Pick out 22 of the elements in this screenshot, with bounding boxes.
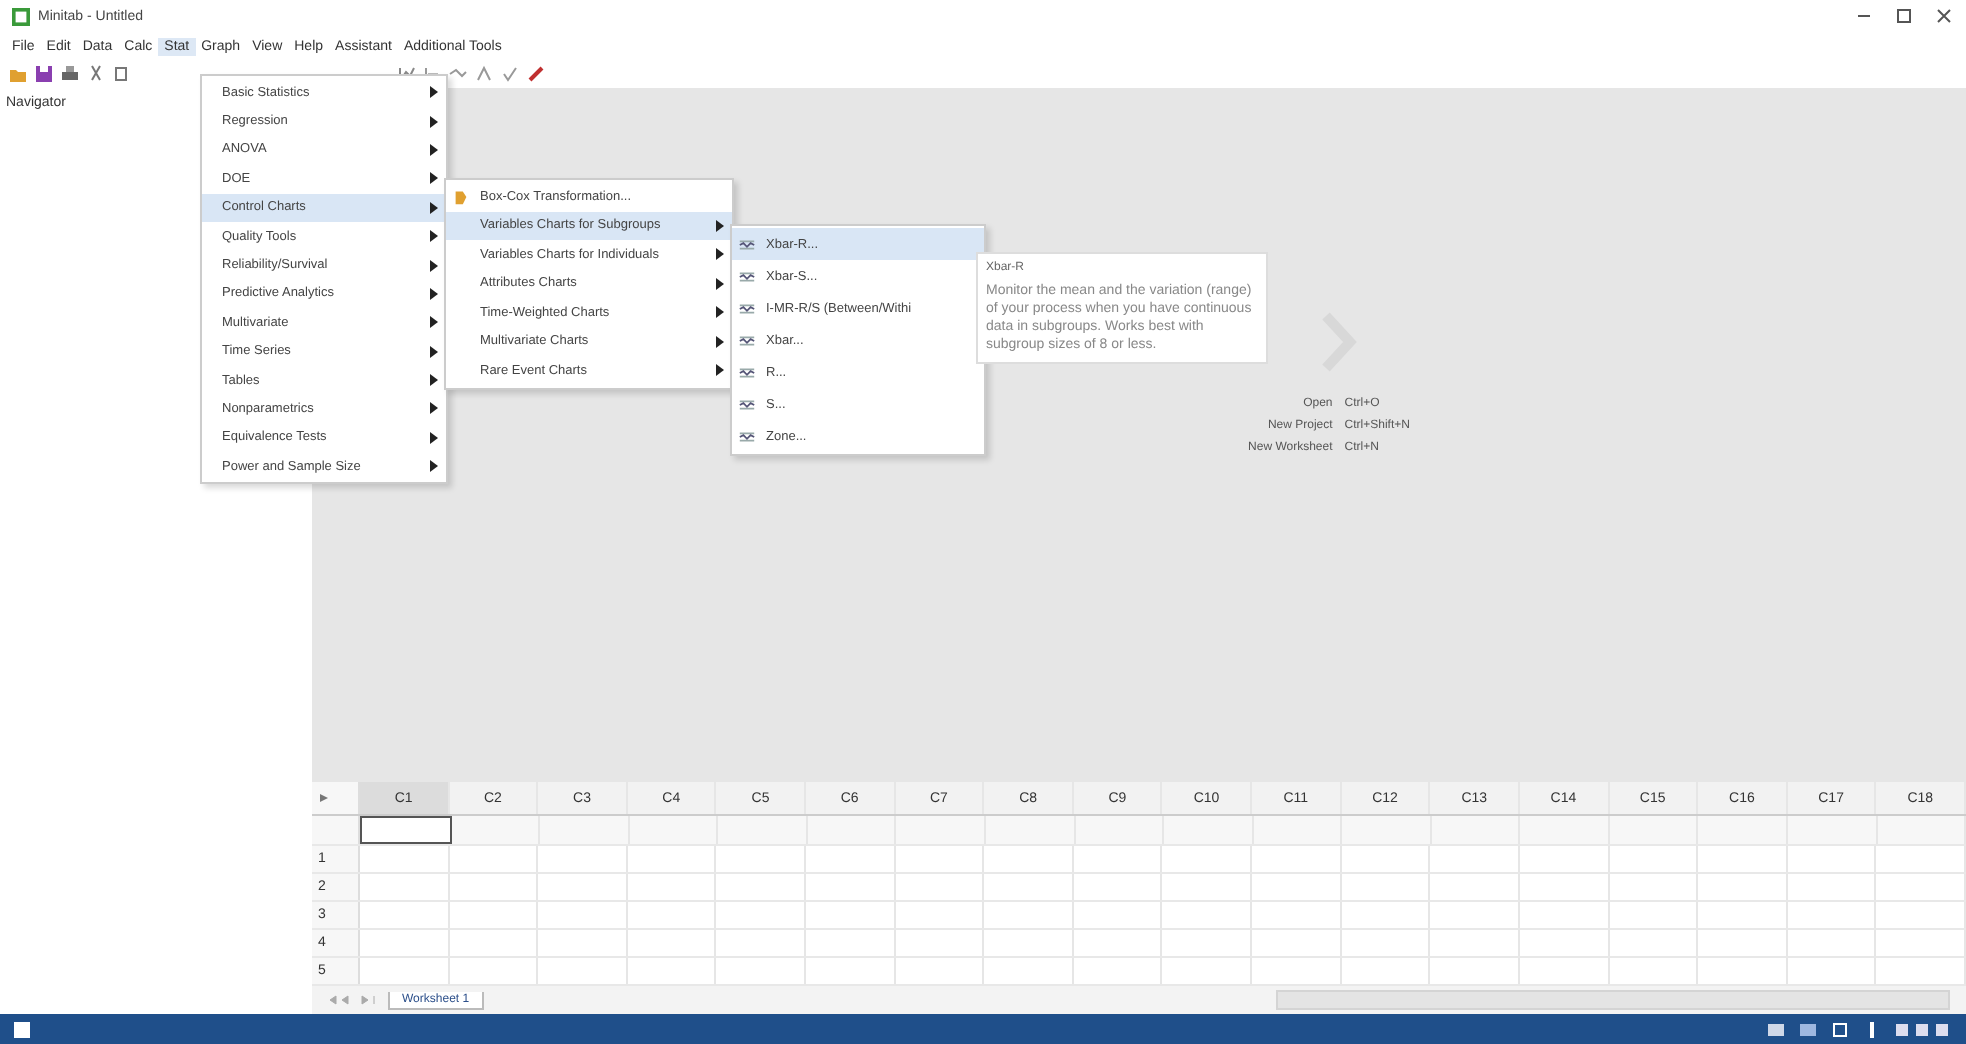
check-icon[interactable]: [500, 64, 520, 84]
horizontal-scrollbar[interactable]: [1275, 990, 1950, 1010]
tray-icons[interactable]: [1894, 1019, 1954, 1039]
print-icon[interactable]: [60, 64, 80, 84]
control-chart-icon: [738, 267, 756, 285]
close-icon[interactable]: [1934, 6, 1954, 26]
app-icon: [12, 7, 30, 25]
active-cell[interactable]: [360, 816, 452, 844]
control-chart-icon: [738, 427, 756, 445]
corner-arrow-icon[interactable]: [318, 792, 330, 804]
save-icon[interactable]: [34, 64, 54, 84]
sheet-nav-arrows-icon[interactable]: [328, 994, 376, 1006]
control-chart-icon: [738, 363, 756, 381]
copy-icon[interactable]: [112, 64, 132, 84]
maximize-icon[interactable]: [1894, 6, 1914, 26]
control-chart-icon: [738, 331, 756, 349]
control-chart-icon: [738, 235, 756, 253]
windows-start-icon[interactable]: [12, 1019, 32, 1039]
pencil-icon[interactable]: [526, 64, 546, 84]
control-chart-icon: [738, 395, 756, 413]
control-chart-icon: [738, 299, 756, 317]
cut-icon[interactable]: [86, 64, 106, 84]
